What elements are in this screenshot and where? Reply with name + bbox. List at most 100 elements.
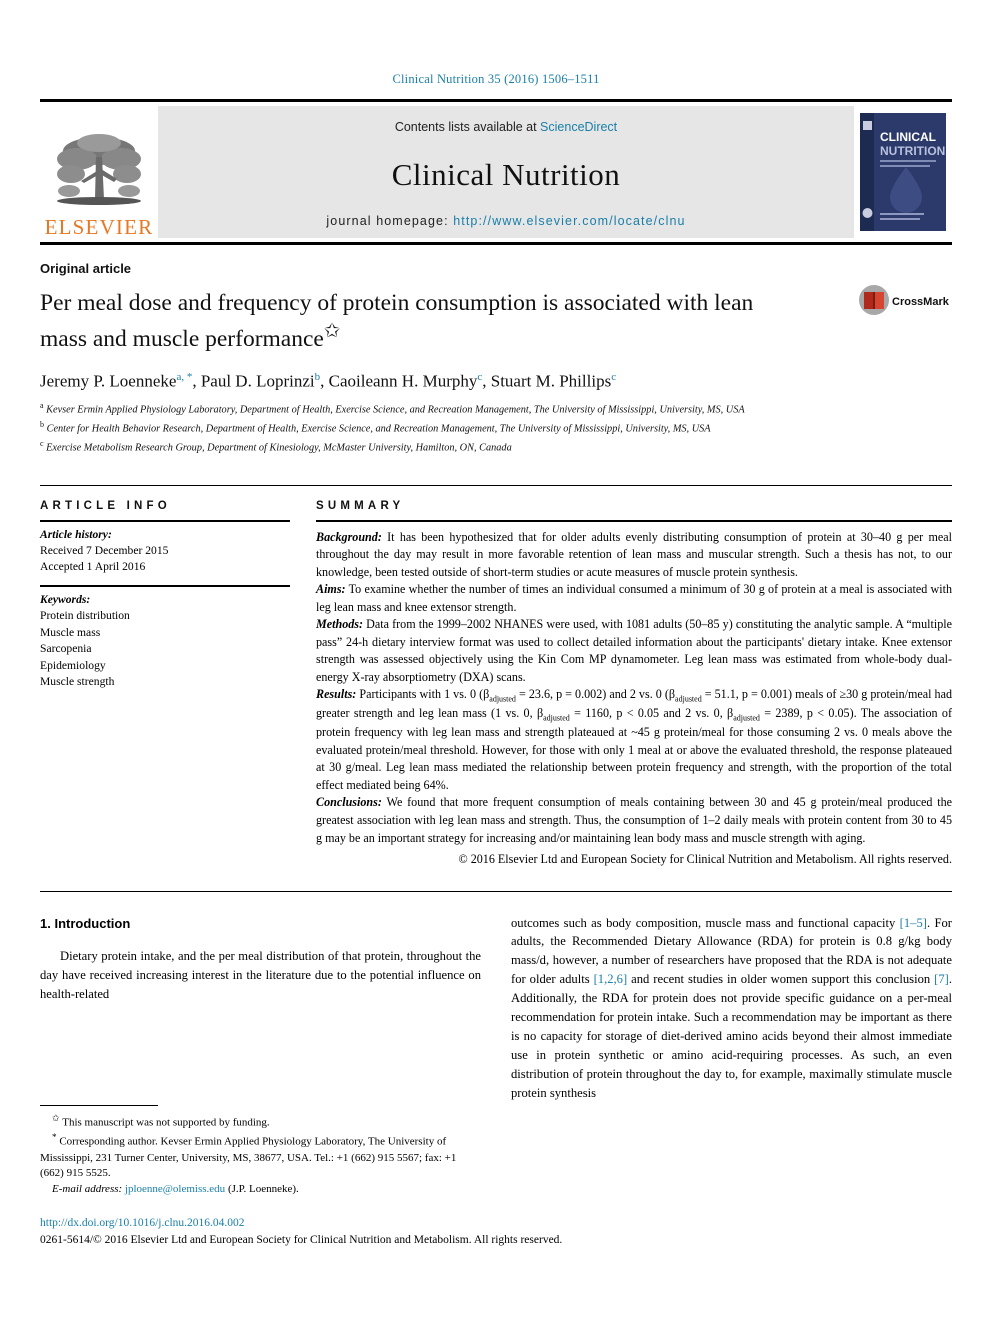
svg-text:CrossMark: CrossMark [892, 296, 950, 308]
affiliation: a Kevser Ermin Applied Physiology Labora… [40, 400, 952, 418]
homepage-url[interactable]: http://www.elsevier.com/locate/clnu [453, 214, 685, 228]
citation-link[interactable]: [1–5] [900, 916, 927, 930]
crossmark-icon: CrossMark [859, 285, 950, 315]
citation-link[interactable]: [7] [934, 972, 949, 986]
author-list: Jeremy P. Loennekea, *, Paul D. Loprinzi… [40, 370, 617, 391]
footnote-corresponding-author: * Corresponding author. Kevser Ermin App… [40, 1131, 480, 1181]
footnote-corresponding-text: Corresponding author. Kevser Ermin Appli… [40, 1135, 457, 1180]
sciencedirect-link[interactable]: ScienceDirect [540, 120, 617, 134]
journal-title: Clinical Nutrition [391, 157, 621, 192]
footnote-divider [40, 1105, 158, 1106]
affiliation-text: Exercise Metabolism Research Group, Depa… [46, 442, 512, 454]
body-text: . Additionally, the RDA for protein does… [511, 972, 952, 1100]
footnote-funding-text: This manuscript was not supported by fun… [59, 1116, 270, 1129]
journal-cover-icon: CLINICAL NUTRITION [860, 113, 946, 231]
article-info-heading: ARTICLE INFO [40, 499, 171, 512]
article-first-page: Clinical Nutrition 35 (2016) 1506–1511 E… [0, 0, 992, 1323]
author-affil-marker: c [611, 370, 617, 383]
running-head: Clinical Nutrition 35 (2016) 1506–1511 [392, 72, 600, 86]
affiliation-text: Kevser Ermin Applied Physiology Laborato… [46, 403, 745, 415]
abstract-section: Methods: Data from the 1999–2002 NHANES … [316, 616, 952, 686]
author-affil-marker: c [477, 370, 483, 383]
abstract-section: Conclusions: We found that more frequent… [316, 794, 952, 847]
affiliation: c Exercise Metabolism Research Group, De… [40, 438, 952, 456]
keyword-item: Protein distribution [40, 609, 130, 623]
journal-homepage-line: journal homepage: http://www.elsevier.co… [326, 214, 685, 228]
affiliation-marker: c [40, 439, 44, 449]
abstract-label: Methods: [316, 617, 364, 632]
svg-text:NUTRITION: NUTRITION [880, 144, 945, 158]
author-name: Stuart M. Phillips [490, 371, 612, 391]
body-paragraph: outcomes such as body composition, muscl… [511, 914, 952, 1103]
article-type-label: Original article [40, 261, 132, 276]
journal-cover-thumbnail: CLINICAL NUTRITION [854, 102, 952, 242]
crossmark-badge[interactable]: CrossMark [856, 283, 952, 322]
keyword-item: Muscle mass [40, 625, 101, 639]
footnote-marker: ✩ [52, 1113, 60, 1123]
history-item: Accepted 1 April 2016 [40, 560, 146, 574]
article-title-text: Per meal dose and frequency of protein c… [40, 290, 754, 352]
issn-copyright-line: 0261-5614/© 2016 Elsevier Ltd and Europe… [40, 1234, 563, 1247]
abstract-section: Results: Participants with 1 vs. 0 (βadj… [316, 686, 952, 794]
elsevier-logo: ELSEVIER [40, 102, 158, 242]
author-affil-marker: a, * [176, 370, 193, 383]
email-suffix: (J.P. Loenneke). [225, 1182, 299, 1195]
affiliation-text: Center for Health Behavior Research, Dep… [46, 423, 711, 435]
journal-masthead: ELSEVIER Contents lists available at Sci… [40, 99, 952, 245]
contents-prefix: Contents lists available at [394, 120, 541, 134]
email-link[interactable]: jploenne@olemiss.edu [125, 1183, 225, 1195]
summary-heading: SUMMARY [316, 499, 405, 512]
body-paragraph: Dietary protein intake, and the per meal… [40, 949, 481, 1001]
masthead-center: Contents lists available at ScienceDirec… [158, 106, 854, 238]
abstract-text: To examine whether the number of times a… [316, 582, 952, 614]
author-name: Paul D. Loprinzi [200, 371, 315, 391]
author-name: Jeremy P. Loenneke [40, 371, 177, 391]
citation-link[interactable]: [1,2,6] [594, 972, 628, 986]
body-text: outcomes such as body composition, muscl… [511, 915, 900, 930]
body-text: and recent studies in older women suppor… [627, 972, 935, 987]
affiliation: b Center for Health Behavior Research, D… [40, 419, 952, 437]
elsevier-wordmark: ELSEVIER [44, 215, 154, 239]
abstract-text: Data from the 1999–2002 NHANES were used… [316, 617, 952, 684]
homepage-label: journal homepage: [326, 214, 454, 228]
page-footer: http://dx.doi.org/10.1016/j.clnu.2016.04… [40, 1215, 640, 1250]
author-affil-marker: b [314, 370, 321, 383]
abstract-text: We found that more frequent consumption … [316, 795, 952, 845]
keywords-label: Keywords: [40, 592, 91, 606]
page-title: Per meal dose and frequency of protein c… [40, 288, 780, 355]
contents-available-line: Contents lists available at ScienceDirec… [395, 120, 617, 134]
abstract-label: Conclusions: [316, 795, 382, 810]
svg-text:CLINICAL: CLINICAL [880, 130, 936, 144]
article-history: Article history: Received 7 December 201… [40, 522, 290, 585]
summary-column: SUMMARY Background: It has been hypothes… [316, 486, 952, 869]
footnote-block: ✩ This manuscript was not supported by f… [40, 1105, 480, 1197]
article-body: 1. Introduction Dietary protein intake, … [40, 890, 952, 1103]
elsevier-tree-icon [57, 134, 141, 205]
affiliation-marker: b [40, 419, 44, 429]
abstract-label: Background: [316, 529, 382, 544]
info-and-summary: ARTICLE INFO Article history: Received 7… [40, 484, 952, 869]
section-heading-introduction: 1. Introduction [40, 915, 131, 931]
keyword-item: Epidemiology [40, 658, 106, 672]
keyword-item: Sarcopenia [40, 642, 92, 656]
author-name: Caoileann H. Murphy [328, 371, 478, 391]
abstract-label: Aims: [316, 582, 346, 597]
abstract-copyright: © 2016 Elsevier Ltd and European Society… [458, 852, 952, 867]
abstract-section: Aims: To examine whether the number of t… [316, 581, 952, 616]
abstract-text: Participants with 1 vs. 0 (βadjusted = 2… [316, 687, 953, 792]
abstract-body: Background: It has been hypothesized tha… [316, 522, 952, 869]
article-info-column: ARTICLE INFO Article history: Received 7… [40, 486, 290, 869]
body-column-left: 1. Introduction Dietary protein intake, … [40, 914, 481, 1103]
email-label: E-mail address: [52, 1182, 123, 1195]
keywords-block: Keywords: Protein distribution Muscle ma… [40, 587, 290, 700]
abstract-section: Background: It has been hypothesized tha… [316, 529, 952, 582]
abstract-text: It has been hypothesized that for older … [316, 529, 952, 579]
history-item: Received 7 December 2015 [40, 544, 169, 557]
article-header: Original article Per meal dose and frequ… [40, 261, 952, 457]
keyword-item: Muscle strength [40, 675, 115, 689]
title-footnote-marker: ✩ [323, 321, 341, 343]
footnote-email: E-mail address: jploenne@olemiss.edu (J.… [40, 1182, 480, 1198]
affiliation-marker: a [40, 400, 44, 410]
doi-link[interactable]: http://dx.doi.org/10.1016/j.clnu.2016.04… [40, 1215, 640, 1232]
body-column-right: outcomes such as body composition, muscl… [511, 914, 952, 1103]
